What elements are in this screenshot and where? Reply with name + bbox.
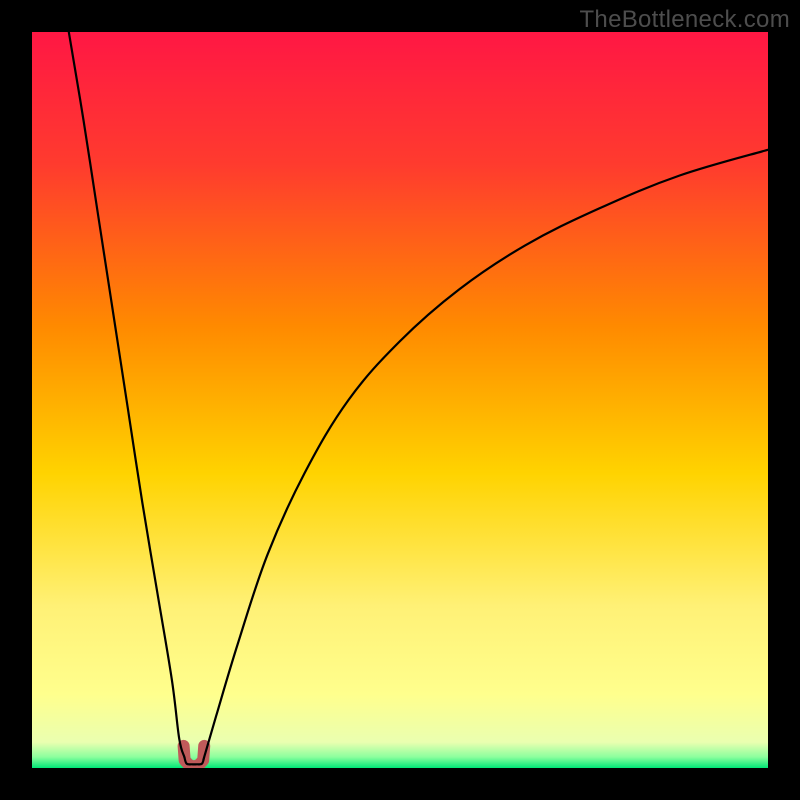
chart-frame: TheBottleneck.com xyxy=(0,0,800,800)
gradient-background xyxy=(32,32,768,768)
watermark-label: TheBottleneck.com xyxy=(579,6,790,34)
plot-area xyxy=(32,32,768,768)
chart-svg xyxy=(32,32,768,768)
